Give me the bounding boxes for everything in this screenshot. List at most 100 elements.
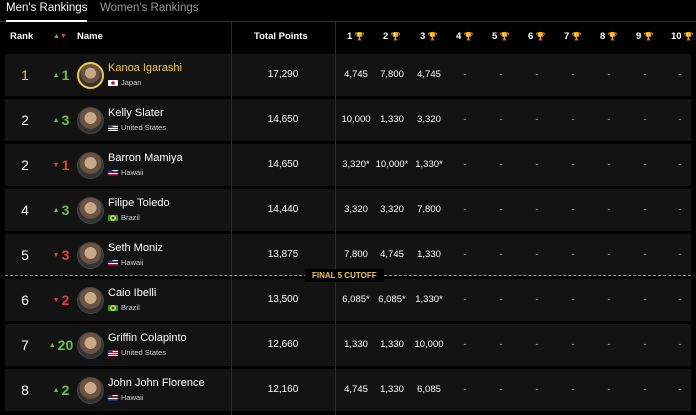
event-9-score: - — [643, 384, 647, 395]
table-row[interactable]: 2 ▼ 1 Barron Mamiya Hawaii 14,650 3,320* 10,000… — [5, 144, 691, 186]
event-3-score: 10,000 — [414, 339, 444, 350]
arrow-up-icon: ▲ — [52, 387, 60, 395]
table-header: Rank ▲▼ Name Total Points 1 🏆 2 🏆 3 🏆 4 🏆 5 … — [5, 21, 694, 52]
surfer-name[interactable]: Seth Moniz — [108, 242, 163, 254]
usa-flag-icon — [108, 125, 118, 132]
event-6-score: - — [535, 204, 539, 215]
surfer-name[interactable]: Kanoa Igarashi — [108, 62, 182, 74]
event-1-score: 3,320 — [344, 204, 368, 215]
final-cutoff-divider: FINAL 5 CUTOFF — [5, 269, 691, 282]
event-8-score: - — [607, 114, 611, 125]
trophy-icon: 🏆 — [497, 32, 510, 41]
event-8-header[interactable]: 8 🏆 — [600, 21, 617, 52]
rank-value: 1 — [21, 67, 29, 83]
total-points: 17,290 — [267, 69, 299, 80]
rank-change: ▲ 3 — [52, 202, 70, 218]
event-9-score: - — [643, 294, 647, 305]
trophy-icon: 🏆 — [605, 32, 618, 41]
tab-mens-rankings[interactable]: Men's Rankings — [6, 0, 88, 22]
avatar[interactable] — [77, 152, 104, 179]
surfer-name[interactable]: Filipe Toledo — [108, 197, 170, 209]
event-7-score: - — [571, 159, 575, 170]
event-6-score: - — [535, 114, 539, 125]
sort-arrows-icon[interactable]: ▲▼ — [53, 21, 67, 52]
surfer-country: Brazil — [108, 213, 140, 222]
total-points: 13,500 — [267, 294, 299, 305]
event-3-score: 6,085 — [417, 384, 441, 395]
event-10-score: - — [678, 159, 682, 170]
event-10-score: - — [678, 294, 682, 305]
avatar[interactable] — [77, 332, 104, 359]
event-3-score: 1,330* — [415, 159, 443, 170]
event-10-score: - — [678, 69, 682, 80]
trophy-icon: 🏆 — [352, 32, 365, 41]
arrow-up-icon: ▲ — [52, 117, 60, 125]
event-5-header[interactable]: 5 🏆 — [492, 21, 509, 52]
column-divider — [231, 21, 232, 415]
final-cutoff-label: FINAL 5 CUTOFF — [305, 269, 384, 282]
event-9-score: - — [643, 114, 647, 125]
table-row[interactable]: 8 ▲ 2 John John Florence Hawaii 12,160 4,745 1,… — [5, 369, 691, 411]
arrow-up-icon: ▲ — [52, 207, 60, 215]
table-row[interactable]: 6 ▼ 2 Caio Ibelli Brazil 13,500 6,085* 6,085* 1,… — [5, 279, 691, 321]
name-header[interactable]: Name — [77, 21, 103, 52]
avatar[interactable] — [77, 242, 104, 269]
surfer-name[interactable]: Kelly Slater — [108, 107, 164, 119]
brazil-flag-icon — [108, 215, 118, 222]
avatar[interactable] — [77, 377, 104, 404]
event-6-score: - — [535, 294, 539, 305]
event-5-score: - — [499, 294, 503, 305]
rankings-tabs: Men's Rankings Women's Rankings — [0, 0, 696, 22]
event-6-score: - — [535, 339, 539, 350]
avatar[interactable] — [77, 107, 104, 134]
table-row[interactable]: 7 ▲ 20 Griffin Colapinto United States 12,660… — [5, 324, 691, 366]
tab-womens-rankings[interactable]: Women's Rankings — [100, 0, 199, 21]
arrow-down-icon: ▼ — [52, 162, 60, 170]
event-6-score: - — [535, 159, 539, 170]
rank-value: 2 — [21, 157, 29, 173]
brazil-flag-icon — [108, 305, 118, 312]
surfer-name[interactable]: Barron Mamiya — [108, 152, 183, 164]
total-points: 14,650 — [267, 114, 299, 125]
event-10-score: - — [678, 114, 682, 125]
event-1-score: 10,000 — [341, 114, 371, 125]
trophy-icon: 🏆 — [533, 32, 546, 41]
event-7-header[interactable]: 7 🏆 — [564, 21, 581, 52]
total-points-header[interactable]: Total Points — [254, 21, 308, 52]
event-7-score: - — [571, 114, 575, 125]
hawaii-flag-icon — [108, 260, 118, 267]
arrow-down-icon: ▼ — [52, 297, 60, 305]
event-2-score: 10,000* — [375, 159, 409, 170]
event-1-header[interactable]: 1 🏆 — [347, 21, 364, 52]
avatar[interactable] — [77, 287, 104, 314]
avatar[interactable] — [77, 62, 104, 89]
table-row[interactable]: 2 ▲ 3 Kelly Slater United States 14,650 10,000… — [5, 99, 691, 141]
event-10-header[interactable]: 10 🏆 — [671, 21, 694, 52]
trophy-icon: 🏆 — [681, 32, 694, 41]
rank-change: ▲ 20 — [48, 337, 74, 353]
arrow-down-icon: ▼ — [52, 252, 60, 260]
event-4-score: - — [463, 69, 467, 80]
event-4-header[interactable]: 4 🏆 — [456, 21, 473, 52]
event-9-header[interactable]: 9 🏆 — [636, 21, 653, 52]
event-2-score: 1,330 — [380, 384, 404, 395]
surfer-name[interactable]: John John Florence — [108, 377, 205, 389]
event-3-header[interactable]: 3 🏆 — [420, 21, 437, 52]
event-6-header[interactable]: 6 🏆 — [528, 21, 545, 52]
arrow-up-icon: ▲ — [48, 342, 56, 350]
avatar[interactable] — [77, 197, 104, 224]
rank-header[interactable]: Rank — [10, 21, 33, 52]
table-row[interactable]: 1 ▲ 1 Kanoa Igarashi Japan 17,290 4,745 7,800 4,… — [5, 54, 691, 96]
event-4-score: - — [463, 339, 467, 350]
event-8-score: - — [607, 204, 611, 215]
event-2-header[interactable]: 2 🏆 — [383, 21, 400, 52]
event-8-score: - — [607, 339, 611, 350]
event-7-score: - — [571, 204, 575, 215]
event-3-score: 7,800 — [417, 204, 441, 215]
event-1-score: 3,320* — [342, 159, 370, 170]
event-9-score: - — [643, 159, 647, 170]
surfer-name[interactable]: Caio Ibelli — [108, 287, 156, 299]
table-row[interactable]: 4 ▲ 3 Filipe Toledo Brazil 14,440 3,320 3,320 7,… — [5, 189, 691, 231]
surfer-name[interactable]: Griffin Colapinto — [108, 332, 187, 344]
rankings-table: Rank ▲▼ Name Total Points 1 🏆 2 🏆 3 🏆 4 🏆 5 … — [5, 21, 694, 415]
